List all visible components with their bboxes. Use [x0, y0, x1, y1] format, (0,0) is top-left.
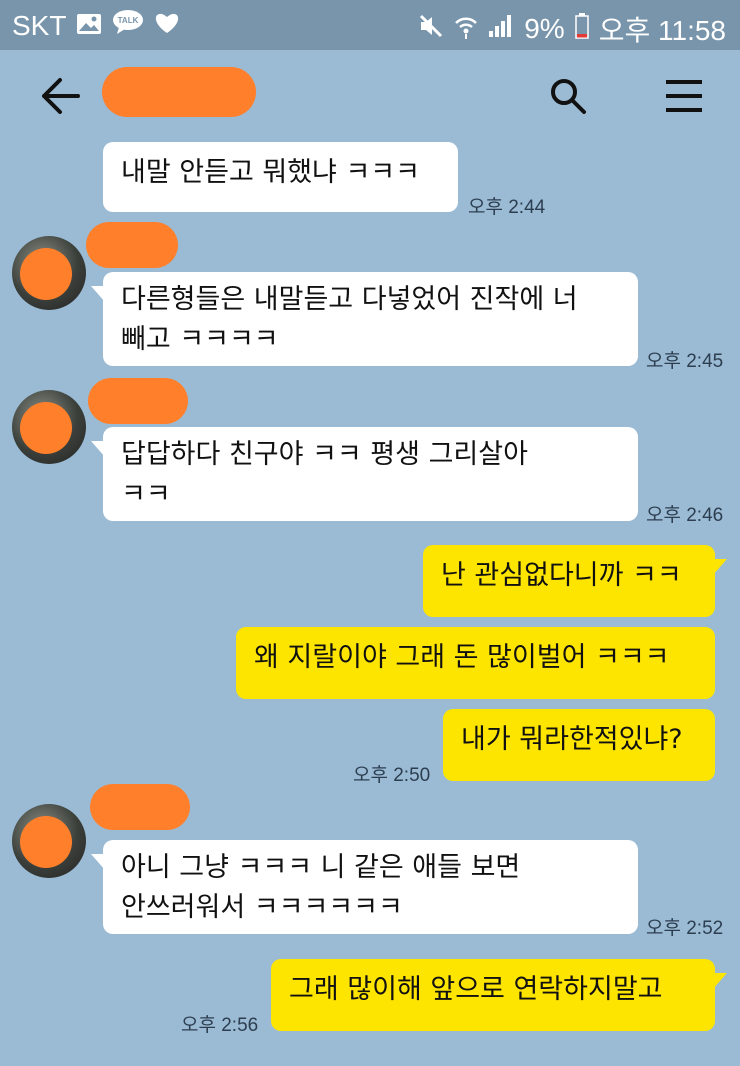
message-line: 그래 많이해 앞으로 연락하지말고 [289, 974, 663, 1005]
my-message-bubble[interactable]: 그래 많이해 앞으로 연락하지말고 [271, 959, 727, 1031]
message-line: 다른형들은 내말듣고 다넣었어 진작에 너 [121, 284, 578, 315]
heart-icon [154, 10, 180, 42]
message-time: 오후 2:50 [353, 765, 431, 786]
svg-text:TALK: TALK [118, 16, 139, 25]
gallery-icon [76, 10, 102, 42]
talk-icon: TALK [112, 9, 144, 42]
back-button[interactable] [38, 76, 82, 116]
signal-icon [488, 13, 514, 45]
chat-title-redacted [102, 67, 256, 117]
mute-icon [418, 13, 444, 46]
status-bar: SKT TALK 9% 오후 11:58 [0, 0, 740, 50]
avatar-redaction [20, 248, 72, 300]
message-bubble[interactable]: 다른형들은 내말듣고 다넣었어 진작에 너 빼고 ㅋㅋㅋㅋ [91, 272, 638, 366]
avatar-redaction [20, 816, 72, 868]
message-time: 오후 2:52 [646, 918, 724, 939]
message-line: 빼고 ㅋㅋㅋㅋ [121, 324, 279, 355]
battery-low-icon [574, 12, 589, 46]
sender-name-redacted [90, 784, 190, 830]
hamburger-menu-icon [666, 80, 702, 112]
arrow-left-icon [42, 78, 80, 114]
message-bubble[interactable]: 답답하다 친구야 ㅋㅋ 평생 그리살아 ㅋㅋ [91, 427, 638, 521]
message-line: 안쓰러워서 ㅋㅋㅋㅋㅋㅋ [121, 892, 403, 923]
message-line: 내말 안듣고 뭐했냐 ㅋㅋㅋ [121, 157, 420, 188]
message-time: 오후 2:46 [646, 505, 724, 526]
avatar-redaction [20, 402, 72, 454]
clock: 오후 11:58 [598, 15, 726, 46]
avatar[interactable] [12, 390, 86, 464]
message-line: 내가 뭐라한적있냐? [461, 724, 683, 755]
search-button[interactable] [548, 76, 588, 116]
my-message-bubble[interactable]: 내가 뭐라한적있냐? [443, 709, 715, 781]
avatar[interactable] [12, 804, 86, 878]
menu-button[interactable] [664, 78, 704, 114]
message-line: 왜 지랄이야 그래 돈 많이벌어 ㅋㅋㅋ [254, 642, 670, 673]
sender-name-redacted [86, 222, 178, 268]
search-icon [551, 79, 586, 114]
avatar[interactable] [12, 236, 86, 310]
wifi-icon [454, 13, 478, 46]
battery-percent: 9% [524, 13, 565, 44]
message-time: 오후 2:44 [468, 197, 546, 218]
message-time: 오후 2:56 [181, 1015, 259, 1036]
message-bubble[interactable]: 내말 안듣고 뭐했냐 ㅋㅋㅋ [103, 142, 458, 212]
message-bubble[interactable]: 아니 그냥 ㅋㅋㅋ 니 같은 애들 보면 안쓰러워서 ㅋㅋㅋㅋㅋㅋ [91, 840, 638, 934]
sender-name-redacted [88, 378, 188, 424]
my-message-bubble[interactable]: 왜 지랄이야 그래 돈 많이벌어 ㅋㅋㅋ [236, 627, 715, 699]
message-line: 아니 그냥 ㅋㅋㅋ 니 같은 애들 보면 [121, 852, 521, 883]
message-line: ㅋㅋ [121, 479, 171, 510]
message-line: 난 관심없다니까 ㅋㅋ [441, 560, 682, 591]
my-message-bubble[interactable]: 난 관심없다니까 ㅋㅋ [423, 545, 727, 617]
message-line: 답답하다 친구야 ㅋㅋ 평생 그리살아 [121, 439, 528, 470]
message-time: 오후 2:45 [646, 351, 724, 372]
carrier-label: SKT [12, 9, 67, 41]
